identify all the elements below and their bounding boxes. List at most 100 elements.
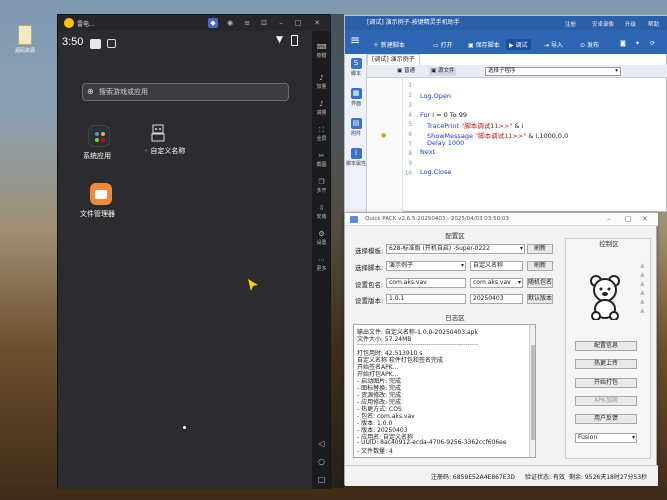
code-line[interactable]: TracePrint "脚本调试11>>" & i: [427, 120, 523, 130]
app-system[interactable]: 系统应用: [83, 125, 111, 161]
tool-screenshot[interactable]: ✂ 截图: [312, 152, 331, 168]
subroutine-select[interactable]: 选择子程序 ▾: [485, 67, 621, 76]
theme-select[interactable]: Fusion ▾: [575, 433, 637, 443]
log-scrollbar[interactable]: [529, 325, 535, 457]
log-area[interactable]: 输出文件: 自定义名称-1.0.0-20250403.apk 文件大小: 57.…: [353, 324, 536, 458]
chevron-down-icon: ▾: [519, 245, 523, 252]
ui-icon: ▦: [350, 88, 362, 99]
camera-icon[interactable]: ◙: [620, 40, 626, 47]
nav-back-button[interactable]: ◁: [315, 439, 328, 448]
code-line[interactable]: For i = 0 To 99: [420, 111, 467, 119]
config-info-button[interactable]: 配置信息: [575, 341, 637, 351]
emulator-app-icon[interactable]: ◆: [208, 18, 218, 28]
minimize-icon[interactable]: –: [276, 18, 286, 28]
app-file-manager[interactable]: 文件管理器: [80, 183, 115, 219]
desktop-strip: [330, 14, 344, 488]
control-panel: 控制区 ▲ ▲ ▲ ▲ ▲ ▲ 配置信息 热更上传 开始打包 APK加固 用户反馈 Fus…: [565, 238, 651, 459]
remaining-time: 剩余: 9526天18时27分53秒: [569, 474, 648, 481]
editor-toolbar: ▣ 普通 ▣ 源文件 选择子程序 ▾: [367, 65, 667, 78]
user-feedback-button[interactable]: 用户反馈: [575, 414, 637, 424]
hot-update-upload-button[interactable]: 热更上传: [575, 359, 637, 369]
code-line[interactable]: Log.Close: [420, 168, 451, 176]
search-placeholder: 搜索游戏或应用: [99, 88, 148, 96]
attachment-icon: ▤: [350, 118, 362, 129]
minimize-icon[interactable]: –: [607, 213, 611, 226]
tool-volume-down[interactable]: ♪ 减量: [312, 100, 331, 116]
publish-button[interactable]: ⊙ 发布: [580, 40, 599, 49]
desktop-file-icon[interactable]: 源码资源: [10, 25, 40, 54]
nav-home-button[interactable]: ○: [315, 457, 328, 466]
code-line[interactable]: Next: [420, 148, 435, 156]
tab-script-props[interactable]: i 脚本属性: [345, 148, 367, 167]
menu-icon[interactable]: ≡: [242, 18, 252, 28]
code-line[interactable]: Delay 1000: [427, 139, 464, 147]
desktop-icon-label: 源码资源: [14, 48, 35, 54]
battery-icon: [291, 35, 298, 46]
template-select[interactable]: 628-标准版 (开机自启) -Super-0222 ▾: [386, 244, 525, 254]
script-label: 选择脚本:: [355, 264, 384, 272]
source-view-button[interactable]: ▣ 源文件: [429, 67, 457, 76]
maximize-icon[interactable]: □: [625, 213, 632, 226]
notification-icon: [90, 39, 101, 49]
app-name-input[interactable]: 自定义名称: [470, 261, 523, 271]
script-select[interactable]: 演示例子 ▾: [386, 261, 466, 271]
package-input[interactable]: com.aks.vav: [386, 278, 466, 288]
version-code-input[interactable]: 20250403: [470, 294, 523, 304]
default-version-button[interactable]: 默认版本: [527, 294, 553, 304]
package-select[interactable]: com.aks.vav ▾: [470, 278, 523, 288]
line-number: 10: [404, 170, 412, 177]
line-number: 5: [408, 121, 412, 128]
app-custom[interactable]: • 自定义名称: [144, 123, 185, 156]
editor-tab[interactable]: [调试] 演示例子: [367, 54, 420, 65]
close-icon[interactable]: ✕: [312, 18, 322, 28]
hamburger-menu-icon[interactable]: ≡: [350, 33, 364, 47]
quickpack-title: Quick PACK v2.6.5-20250403 - 2025/04/03 …: [365, 216, 509, 222]
refresh-script-button[interactable]: 刷新: [527, 261, 553, 271]
page-indicator: [183, 426, 186, 429]
tab-ui[interactable]: ▦ 界面: [345, 88, 367, 107]
gamepad-icon: ⊕: [87, 87, 94, 96]
code-line[interactable]: Log.Open: [420, 92, 451, 100]
line-number: 7: [408, 141, 412, 148]
new-script-button[interactable]: ＋ 新建脚本: [373, 40, 405, 49]
tool-install[interactable]: ⇩ 安装: [312, 204, 331, 220]
tool-fullscreen[interactable]: ⛶ 全屏: [312, 126, 331, 142]
version-name-input[interactable]: 1.0.1: [386, 294, 466, 304]
search-input[interactable]: ⊕ 搜索游戏或应用: [82, 83, 289, 101]
tab-attachment[interactable]: ▤ 附件: [345, 118, 367, 137]
tool-icon[interactable]: ✦: [635, 40, 640, 47]
apk-harden-button[interactable]: APK加固: [575, 396, 637, 406]
close-icon[interactable]: ✕: [642, 213, 648, 226]
pin-icon[interactable]: ⊡: [259, 18, 269, 28]
menu-help[interactable]: 帮助: [648, 20, 659, 28]
start-pack-button[interactable]: 开始打包: [575, 378, 637, 388]
import-button[interactable]: ⇥ 导入: [544, 40, 563, 49]
refresh-icon[interactable]: ⟳: [650, 40, 655, 47]
screenshot-icon: ✂: [318, 152, 325, 160]
volume-up-icon: ♪: [319, 74, 324, 82]
normal-view-button[interactable]: ▣ 普通: [397, 67, 415, 76]
tool-settings[interactable]: ⚙ 设置: [312, 230, 331, 246]
tool-multi[interactable]: ❐ 多开: [312, 178, 331, 194]
tool-keyboard[interactable]: ⌨ 按键: [312, 43, 331, 59]
triangle-decor-icon: ▲ ▲ ▲ ▲ ▲ ▲: [640, 262, 645, 314]
refresh-template-button[interactable]: 刷新: [527, 244, 553, 254]
scroll-thumb[interactable]: [531, 345, 535, 440]
open-button[interactable]: ▭ 打开: [433, 40, 453, 49]
random-package-button[interactable]: 随机包名: [527, 278, 553, 288]
menu-register[interactable]: 注册: [565, 20, 576, 28]
tool-more[interactable]: ⋯ 更多: [312, 256, 331, 272]
tool-volume-up[interactable]: ♪ 加量: [312, 74, 331, 90]
menu-record[interactable]: 安卓录像: [592, 20, 614, 28]
ide-left-panel: S 脚本 ▦ 界面 ▤ 附件 i 脚本属性: [345, 54, 367, 213]
save-script-button[interactable]: ▣ 保存脚本: [468, 40, 500, 49]
account-icon[interactable]: ◉: [225, 18, 235, 28]
maximize-icon[interactable]: □: [293, 18, 303, 28]
log-line: - 文件数量: 4: [357, 448, 393, 455]
tab-script[interactable]: S 脚本: [345, 58, 367, 77]
line-number: 2: [408, 92, 412, 99]
menu-upgrade[interactable]: 升级: [625, 20, 636, 28]
android-screen[interactable]: 3:50 ▼ ⊕ 搜索游戏或应用 系统应用 • 自定义名称 文件管理器: [58, 31, 312, 489]
nav-recent-button[interactable]: □: [315, 475, 328, 484]
debug-button[interactable]: ▶ 调试: [506, 39, 531, 50]
